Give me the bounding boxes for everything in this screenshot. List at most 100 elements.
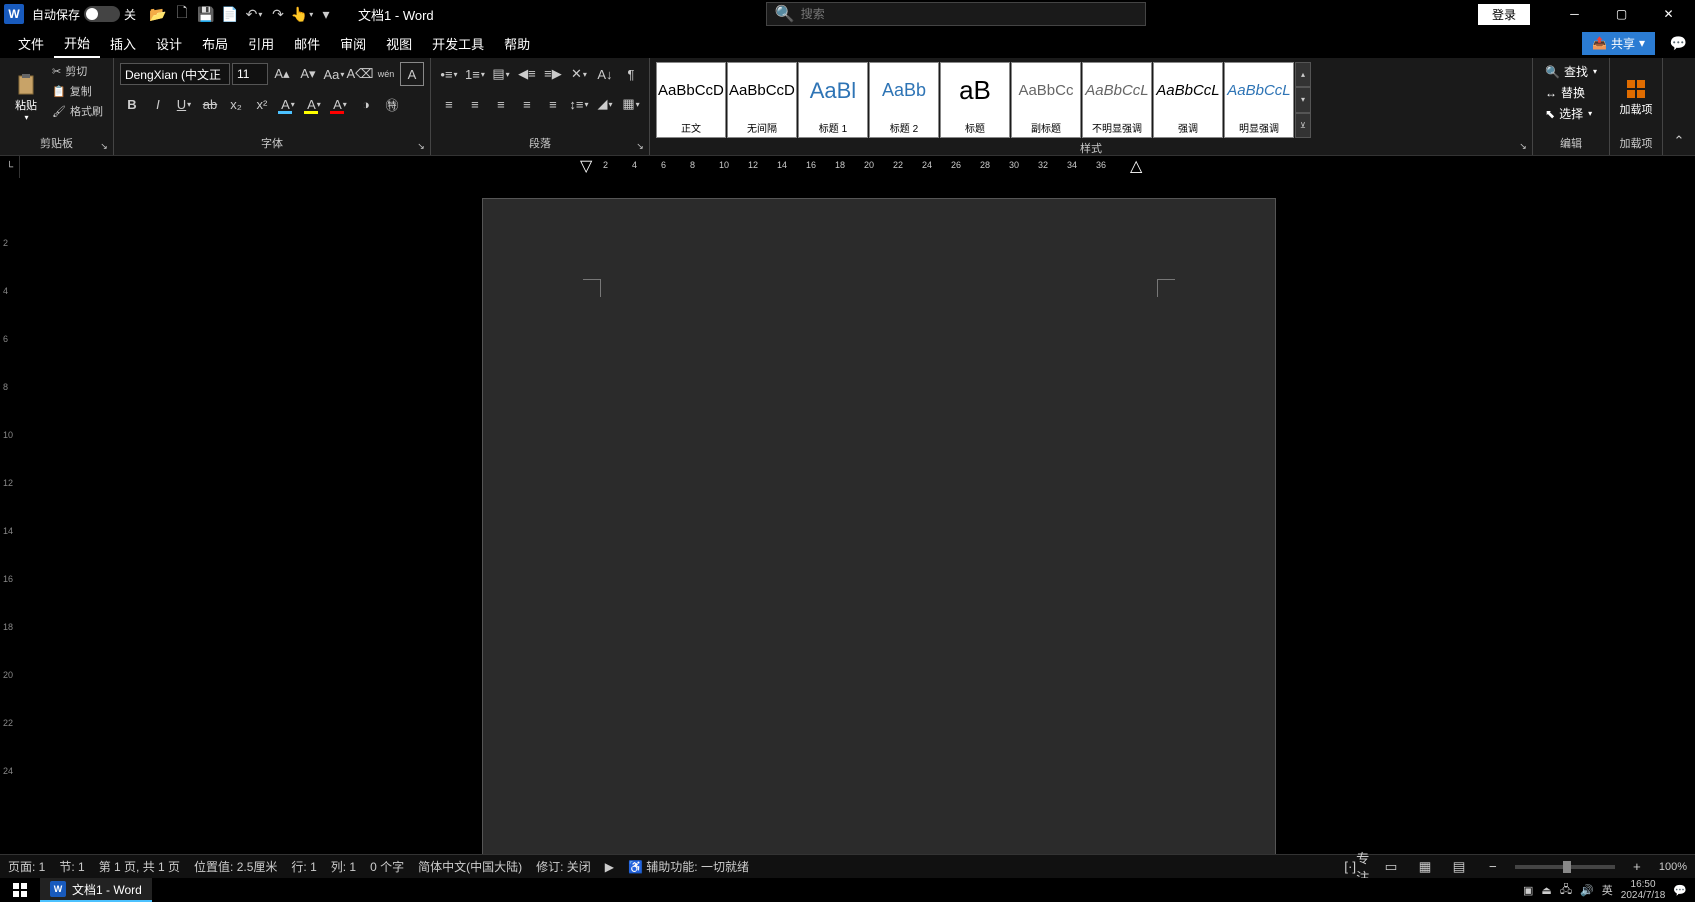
replace-button[interactable]: ↔替换 <box>1543 83 1599 102</box>
strikethrough-button[interactable]: ab <box>198 92 222 116</box>
italic-button[interactable]: I <box>146 92 170 116</box>
open-icon[interactable]: 📂 <box>146 2 170 26</box>
phonetic-guide-button[interactable]: wén <box>374 62 398 86</box>
status-page[interactable]: 页面: 1 <box>8 858 45 875</box>
style-heading2[interactable]: AaBb标题 2 <box>869 62 939 138</box>
redo-icon[interactable]: ↷ <box>266 2 290 26</box>
tab-home[interactable]: 开始 <box>54 29 100 58</box>
status-page-of[interactable]: 第 1 页, 共 1 页 <box>99 858 180 875</box>
tab-selector[interactable]: └ <box>0 156 20 178</box>
text-effects-button[interactable]: A▾ <box>276 92 300 116</box>
style-heading1[interactable]: AaBl标题 1 <box>798 62 868 138</box>
tab-layout[interactable]: 布局 <box>192 30 238 57</box>
tab-help[interactable]: 帮助 <box>494 30 540 57</box>
undo-icon[interactable]: ↶▾ <box>242 2 266 26</box>
superscript-button[interactable]: x² <box>250 92 274 116</box>
increase-indent-button[interactable]: ≡▶ <box>541 62 565 86</box>
style-intense-emphasis[interactable]: AaBbCcL明显强调 <box>1224 62 1294 138</box>
grow-font-button[interactable]: A▴ <box>270 62 294 86</box>
tab-view[interactable]: 视图 <box>376 30 422 57</box>
underline-button[interactable]: U▾ <box>172 92 196 116</box>
web-layout-button[interactable]: ▤ <box>1447 857 1471 877</box>
distributed-button[interactable]: ≡ <box>541 92 565 116</box>
style-normal[interactable]: AaBbCcD正文 <box>656 62 726 138</box>
tab-review[interactable]: 审阅 <box>330 30 376 57</box>
copy-button[interactable]: 📋复制 <box>48 82 107 100</box>
tray-usb-icon[interactable]: ⏏ <box>1541 884 1551 897</box>
ruler-vertical[interactable]: 24681012141618202224 <box>0 178 20 854</box>
tab-mailings[interactable]: 邮件 <box>284 30 330 57</box>
paragraph-launcher[interactable]: ↘ <box>633 139 647 153</box>
page-canvas[interactable] <box>20 178 1695 854</box>
first-line-indent[interactable]: ▽ <box>580 156 592 176</box>
tab-insert[interactable]: 插入 <box>100 30 146 57</box>
save-icon[interactable]: 💾 <box>194 2 218 26</box>
highlight-button[interactable]: A▾ <box>302 92 326 116</box>
font-launcher[interactable]: ↘ <box>414 139 428 153</box>
status-words[interactable]: 0 个字 <box>370 858 404 875</box>
ruler-horizontal[interactable]: └ ▽ △ 24681012141618202224262830323436 <box>0 156 1695 178</box>
zoom-out-button[interactable]: − <box>1481 857 1505 877</box>
style-title[interactable]: aB标题 <box>940 62 1010 138</box>
status-accessibility[interactable]: ♿ 辅助功能: 一切就绪 <box>628 858 749 875</box>
style-no-spacing[interactable]: AaBbCcD无间隔 <box>727 62 797 138</box>
style-subtle-emphasis[interactable]: AaBbCcL不明显强调 <box>1082 62 1152 138</box>
multilevel-list-button[interactable]: ▤▾ <box>489 62 513 86</box>
shrink-font-button[interactable]: A▾ <box>296 62 320 86</box>
font-size-combo[interactable] <box>232 63 268 85</box>
search-box[interactable]: 🔍 <box>766 2 1146 26</box>
touch-mode-icon[interactable]: 👆▾ <box>290 2 314 26</box>
export-icon[interactable]: 📄 <box>218 2 242 26</box>
subscript-button[interactable]: x₂ <box>224 92 248 116</box>
styles-launcher[interactable]: ↘ <box>1516 139 1530 153</box>
zoom-slider[interactable] <box>1515 865 1615 869</box>
tray-volume-icon[interactable]: 🔊 <box>1580 884 1594 897</box>
clear-formatting-button[interactable]: A⌫ <box>348 62 372 86</box>
qat-customize-icon[interactable]: ▾ <box>314 2 338 26</box>
read-mode-button[interactable]: ▭ <box>1379 857 1403 877</box>
status-language[interactable]: 简体中文(中国大陆) <box>418 858 522 875</box>
tab-file[interactable]: 文件 <box>8 30 54 57</box>
character-shading-button[interactable]: ◑ <box>354 92 378 116</box>
zoom-percent[interactable]: 100% <box>1659 861 1687 873</box>
character-border-button[interactable]: A <box>400 62 424 86</box>
taskbar-word-item[interactable]: W 文档1 - Word <box>40 878 152 902</box>
styles-scroll-up[interactable]: ▴ <box>1295 62 1311 87</box>
tray-vm-icon[interactable]: ▣ <box>1523 884 1533 897</box>
sort-button[interactable]: A↓ <box>593 62 617 86</box>
align-left-button[interactable]: ≡ <box>437 92 461 116</box>
show-marks-button[interactable]: ¶ <box>619 62 643 86</box>
right-indent[interactable]: △ <box>1130 156 1142 176</box>
status-section[interactable]: 节: 1 <box>59 858 84 875</box>
start-button[interactable] <box>0 878 40 902</box>
zoom-in-button[interactable]: + <box>1625 857 1649 877</box>
tray-notifications-icon[interactable]: 💬 <box>1673 884 1687 897</box>
numbering-button[interactable]: 1≡▾ <box>463 62 487 86</box>
select-button[interactable]: ⬉选择▾ <box>1543 104 1599 123</box>
status-position[interactable]: 位置值: 2.5厘米 <box>194 858 277 875</box>
status-line[interactable]: 行: 1 <box>291 858 316 875</box>
comments-button[interactable]: 💬 <box>1670 35 1687 52</box>
maximize-button[interactable]: ▢ <box>1599 0 1644 28</box>
cut-button[interactable]: ✂剪切 <box>48 62 107 80</box>
bold-button[interactable]: B <box>120 92 144 116</box>
status-column[interactable]: 列: 1 <box>331 858 356 875</box>
justify-button[interactable]: ≡ <box>515 92 539 116</box>
search-input[interactable] <box>801 7 1137 21</box>
tray-clock[interactable]: 16:50 2024/7/18 <box>1621 879 1666 901</box>
shading-button[interactable]: ◢▾ <box>593 92 617 116</box>
status-macro[interactable]: ▶ <box>605 860 614 874</box>
tab-design[interactable]: 设计 <box>146 30 192 57</box>
addins-button[interactable]: 加载项 <box>1616 62 1656 132</box>
align-center-button[interactable]: ≡ <box>463 92 487 116</box>
status-track-changes[interactable]: 修订: 关闭 <box>536 858 591 875</box>
styles-scroll-down[interactable]: ▾ <box>1295 87 1311 112</box>
font-name-combo[interactable] <box>120 63 230 85</box>
tray-ime[interactable]: 英 <box>1602 882 1613 898</box>
new-icon[interactable]: 🗋 <box>170 2 194 26</box>
align-right-button[interactable]: ≡ <box>489 92 513 116</box>
share-button[interactable]: 📤 共享 ▾ <box>1582 32 1655 55</box>
tab-references[interactable]: 引用 <box>238 30 284 57</box>
login-button[interactable]: 登录 <box>1478 4 1530 25</box>
page[interactable] <box>482 198 1276 854</box>
